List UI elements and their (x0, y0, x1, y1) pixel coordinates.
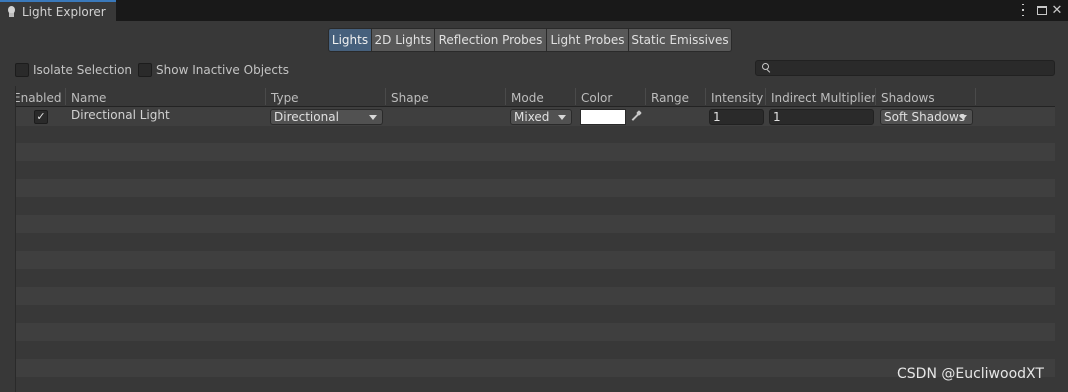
watermark: CSDN @EucliwoodXT (897, 366, 1044, 382)
show-inactive-toggle[interactable]: Show Inactive Objects (138, 63, 289, 77)
mode-value: Mixed (514, 110, 550, 124)
eyedropper-icon[interactable] (628, 109, 642, 125)
show-inactive-checkbox[interactable] (138, 63, 152, 77)
mode-dropdown[interactable]: Mixed (510, 109, 572, 125)
isolate-selection-label: Isolate Selection (33, 63, 133, 77)
search-icon (762, 63, 769, 70)
light-bulb-icon (6, 5, 17, 19)
shadows-value: Soft Shadows (884, 110, 966, 124)
column-mode[interactable]: Mode (507, 86, 575, 107)
column-intensity[interactable]: Intensity (707, 86, 765, 107)
tab-reflection-probes[interactable]: Reflection Probes (435, 28, 547, 52)
show-inactive-label: Show Inactive Objects (156, 63, 289, 77)
column-shape[interactable]: Shape (387, 86, 505, 107)
close-icon[interactable]: ✕ (1051, 2, 1063, 18)
type-value: Directional (274, 110, 339, 124)
chevron-down-icon (959, 115, 967, 120)
intensity-field[interactable]: 1 (709, 109, 764, 125)
light-name: Directional Light (71, 108, 170, 122)
column-range[interactable]: Range (647, 86, 705, 107)
shadows-dropdown[interactable]: Soft Shadows (880, 109, 973, 125)
type-dropdown[interactable]: Directional (270, 109, 383, 125)
column-enabled[interactable]: Enabled (16, 86, 65, 107)
tab-light-probes[interactable]: Light Probes (547, 28, 629, 52)
chevron-down-icon (558, 115, 566, 120)
column-indirect-multiplier[interactable]: Indirect Multiplier (767, 86, 875, 107)
table-row[interactable]: ✓ Directional Light Directional Mixed 1 … (16, 107, 1055, 126)
more-options-icon[interactable] (1017, 2, 1029, 18)
tab-2d-lights[interactable]: 2D Lights (372, 28, 435, 52)
table-rows (16, 107, 1055, 392)
table-header: Enabled Name Type Shape Mode Color Range… (16, 86, 1055, 107)
tab-lights[interactable]: Lights (328, 28, 372, 52)
isolate-selection-checkbox[interactable] (15, 63, 29, 77)
maximize-icon[interactable] (1036, 2, 1048, 18)
column-name[interactable]: Name (67, 86, 265, 107)
window-tab-light-explorer[interactable]: Light Explorer (0, 0, 116, 21)
search-input[interactable] (755, 60, 1055, 76)
column-shadows[interactable]: Shadows (877, 86, 975, 107)
lights-table: Enabled Name Type Shape Mode Color Range… (15, 86, 1055, 392)
chevron-down-icon (369, 115, 377, 120)
enabled-checkbox[interactable]: ✓ (34, 110, 48, 124)
tab-static-emissives[interactable]: Static Emissives (629, 28, 732, 52)
light-type-tabs: Lights 2D Lights Reflection Probes Light… (328, 28, 732, 52)
indirect-multiplier-field[interactable]: 1 (769, 109, 874, 125)
column-type[interactable]: Type (267, 86, 385, 107)
isolate-selection-toggle[interactable]: Isolate Selection (15, 63, 132, 77)
window-tab-bar: Light Explorer ✕ (0, 0, 1068, 21)
column-color[interactable]: Color (577, 86, 645, 107)
window-title: Light Explorer (22, 4, 106, 19)
color-swatch[interactable] (580, 109, 626, 125)
